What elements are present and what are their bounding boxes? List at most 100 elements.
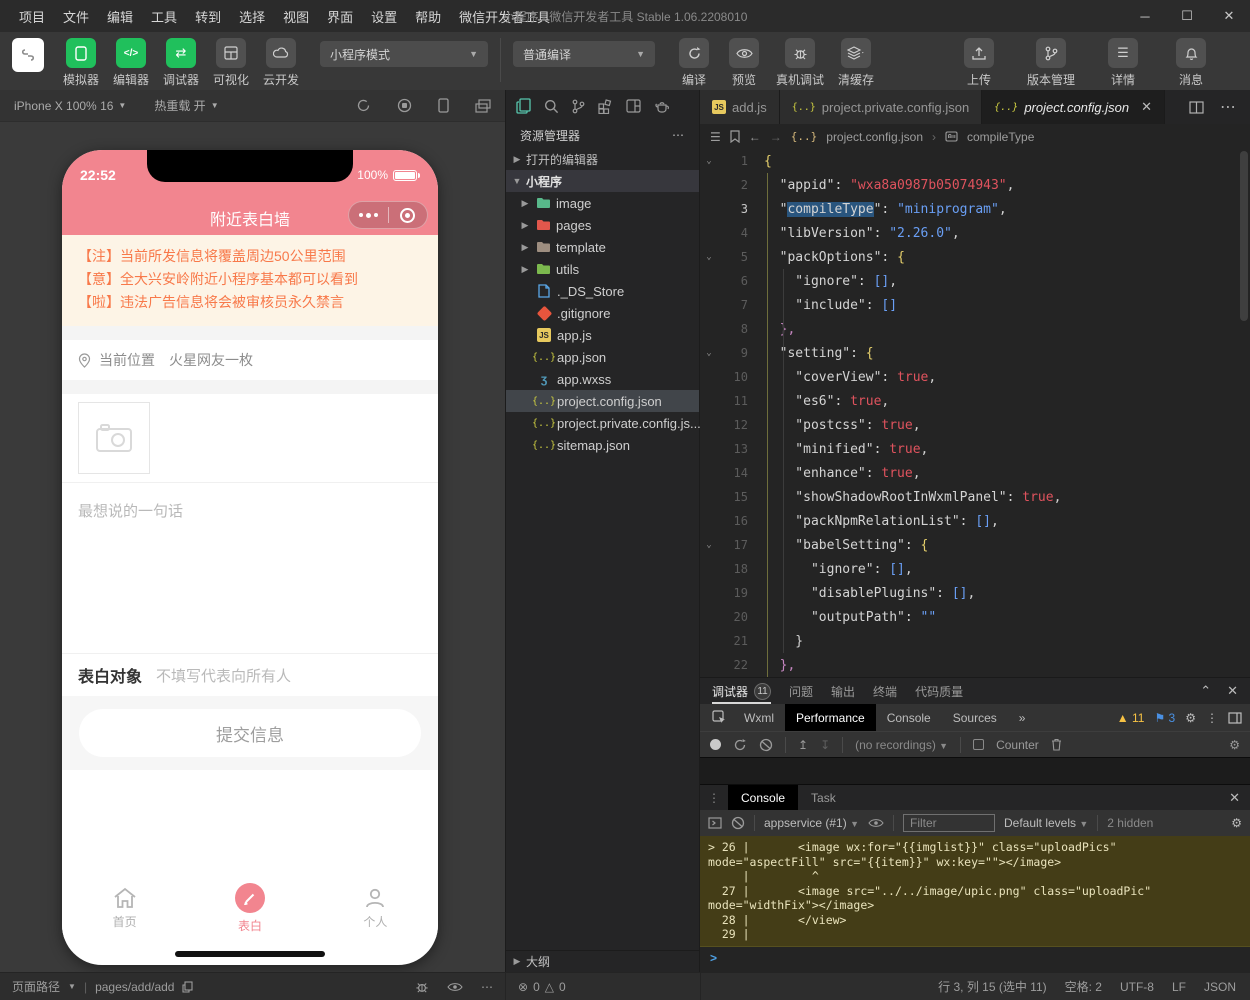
hot-reload-dropdown[interactable]: 热重载 开 ▼ — [154, 97, 218, 114]
tree-file-projectprivateconfig[interactable]: {..} project.private.config.js... — [506, 412, 699, 434]
editor-scrollbar[interactable] — [1240, 151, 1248, 321]
visualization-button[interactable]: 可视化 — [206, 38, 256, 88]
devtools-settings-icon[interactable]: ⚙ — [1185, 711, 1196, 725]
tab-confess[interactable]: 表白 — [187, 877, 312, 939]
close-tab-icon[interactable]: ✕ — [1141, 99, 1152, 115]
home-indicator[interactable] — [175, 951, 325, 957]
upload-button[interactable]: 上传 — [954, 38, 1004, 88]
capsule-menu[interactable] — [348, 201, 428, 229]
back-icon[interactable]: ← — [749, 130, 761, 144]
menu-edit[interactable]: 编辑 — [98, 7, 142, 26]
breadcrumb-symbol[interactable]: compileType — [967, 130, 1034, 144]
clear-console-icon[interactable] — [731, 816, 745, 830]
mode-selector-dropdown[interactable]: 小程序模式▼ — [320, 41, 488, 67]
tab-debugger[interactable]: 调试器 11 — [712, 678, 771, 704]
record-icon[interactable] — [397, 98, 412, 113]
menu-project[interactable]: 项目 — [10, 7, 54, 26]
miniprogram-logo-button[interactable] — [12, 38, 44, 72]
debugger-toggle-button[interactable]: ⇄ 调试器 — [156, 38, 206, 88]
close-drawer-icon[interactable]: ✕ — [1229, 790, 1250, 806]
more-actions-icon[interactable]: ⋯ — [1220, 97, 1236, 117]
performance-timeline[interactable] — [700, 757, 1250, 785]
reload-icon[interactable] — [733, 738, 747, 752]
tree-folder-template[interactable]: ▶ template — [506, 236, 699, 258]
tab-project-config[interactable]: {..} project.config.json ✕ — [982, 90, 1165, 124]
eye-icon[interactable] — [868, 818, 884, 828]
perf-settings-icon[interactable]: ⚙ — [1229, 738, 1240, 752]
tree-folder-image[interactable]: ▶ image — [506, 192, 699, 214]
details-button[interactable]: ☰ 详情 — [1098, 38, 1148, 88]
dock-side-icon[interactable] — [1228, 712, 1242, 724]
compile-button[interactable]: 编译 — [669, 38, 719, 88]
clear-icon[interactable] — [759, 738, 773, 752]
tab-console[interactable]: Console — [876, 704, 942, 731]
breadcrumb-file[interactable]: project.config.json — [826, 130, 923, 144]
kebab-menu-icon[interactable]: ⋮ — [700, 791, 728, 805]
target-input[interactable]: 不填写代表向所有人 — [156, 665, 291, 686]
tab-sources[interactable]: Sources — [942, 704, 1008, 731]
drawer-tab-task[interactable]: Task — [798, 785, 849, 810]
menu-help[interactable]: 帮助 — [406, 7, 450, 26]
tab-performance[interactable]: Performance — [785, 704, 876, 731]
tree-file-sitemap[interactable]: {..} sitemap.json — [506, 434, 699, 456]
log-levels-dropdown[interactable]: Default levels ▼ — [1004, 816, 1088, 830]
code-line[interactable]: 3 "compileType": "miniprogram", — [700, 197, 1250, 221]
menu-tools[interactable]: 工具 — [142, 7, 186, 26]
tab-wxml[interactable]: Wxml — [733, 704, 785, 731]
bug-icon[interactable] — [415, 980, 429, 994]
device-frame-icon[interactable] — [438, 98, 449, 113]
menu-goto[interactable]: 转到 — [186, 7, 230, 26]
console-prompt[interactable]: > — [700, 947, 1250, 969]
tree-file-dsstore[interactable]: ._DS_Store — [506, 280, 699, 302]
tab-project-private-config[interactable]: {..} project.private.config.json — [780, 90, 983, 124]
code-line[interactable]: ⌄1{ — [700, 149, 1250, 173]
tab-code-quality[interactable]: 代码质量 — [915, 678, 963, 704]
bookmark-icon[interactable] — [730, 130, 740, 143]
errors-icon[interactable]: ⊗ — [518, 980, 528, 994]
more-actions-icon[interactable]: ⋯ — [672, 128, 685, 142]
tree-file-projectconfig[interactable]: {..} project.config.json — [506, 390, 699, 412]
editor-toggle-button[interactable]: </> 编辑器 — [106, 38, 156, 88]
code-line[interactable]: 4 "libVersion": "2.26.0", — [700, 221, 1250, 245]
more-actions-icon[interactable]: ⋯ — [481, 980, 493, 994]
more-tabs-icon[interactable]: » — [1008, 704, 1037, 731]
tab-terminal[interactable]: 终端 — [873, 678, 897, 704]
upload-image-button[interactable] — [78, 402, 150, 474]
warnings-icon[interactable]: △ — [545, 980, 554, 994]
tree-file-appjs[interactable]: JS app.js — [506, 324, 699, 346]
open-editors-section[interactable]: ▶ 打开的编辑器 — [506, 148, 699, 170]
close-panel-icon[interactable]: ✕ — [1227, 683, 1238, 699]
tab-profile[interactable]: 个人 — [313, 877, 438, 939]
simulator-toggle-button[interactable]: 模拟器 — [56, 38, 106, 88]
code-line[interactable]: ⌄5 "packOptions": { — [700, 245, 1250, 269]
eye-icon[interactable] — [447, 982, 463, 992]
code-line[interactable]: 22 }, — [700, 653, 1250, 677]
maximize-button[interactable]: ☐ — [1166, 0, 1208, 32]
tree-file-appjson[interactable]: {..} app.json — [506, 346, 699, 368]
collapse-panel-icon[interactable]: ⌃ — [1200, 683, 1211, 699]
trash-icon[interactable] — [1051, 738, 1062, 751]
version-control-button[interactable]: 版本管理 — [1022, 38, 1080, 88]
editor-layout-icon[interactable] — [626, 99, 641, 113]
record-icon[interactable] — [710, 739, 721, 750]
more-dots-icon[interactable] — [349, 213, 388, 218]
remote-debug-button[interactable]: 真机调试 — [769, 38, 831, 88]
compile-mode-dropdown[interactable]: 普通编译▼ — [513, 41, 655, 67]
outline-list-icon[interactable]: ☰ — [710, 130, 721, 144]
copy-icon[interactable] — [182, 981, 193, 993]
close-button[interactable]: ✕ — [1208, 0, 1250, 32]
page-path-label[interactable]: 页面路径 — [12, 978, 60, 995]
tree-file-appwxss[interactable]: ʒ app.wxss — [506, 368, 699, 390]
tab-output[interactable]: 输出 — [831, 678, 855, 704]
location-row[interactable]: 当前位置 火星网友一枚 — [62, 340, 438, 380]
load-profile-icon[interactable]: ↥ — [798, 738, 808, 752]
kebab-menu-icon[interactable]: ⋮ — [1206, 711, 1218, 725]
cursor-position[interactable]: 行 3, 列 15 (选中 11) — [938, 978, 1046, 995]
console-settings-icon[interactable]: ⚙ — [1231, 816, 1242, 830]
source-control-icon[interactable] — [572, 99, 585, 114]
tab-problems[interactable]: 问题 — [789, 678, 813, 704]
code-line[interactable]: 2 "appid": "wxa8a0987b05074943", — [700, 173, 1250, 197]
counter-checkbox[interactable] — [973, 739, 984, 750]
submit-button[interactable]: 提交信息 — [79, 709, 421, 757]
tree-folder-pages[interactable]: ▶ pages — [506, 214, 699, 236]
